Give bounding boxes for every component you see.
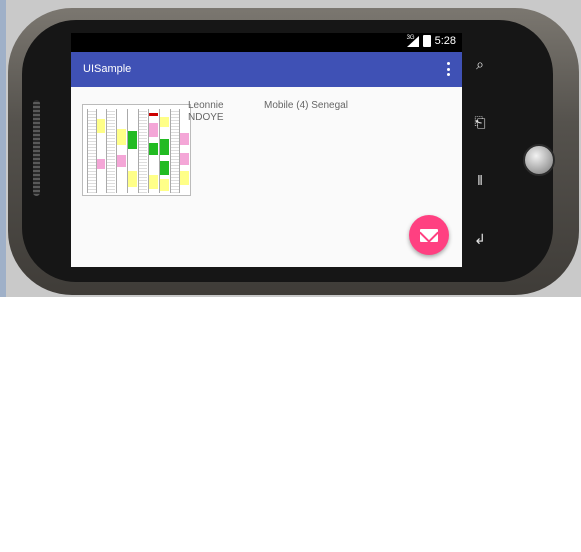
home-icon[interactable]: ↲ [470,229,490,249]
battery-icon [422,35,431,47]
status-time: 5:28 [434,35,456,47]
trackball[interactable] [523,144,555,176]
compose-email-button[interactable] [409,215,449,255]
email-icon [420,228,438,242]
contact-first-name: Leonnie [188,100,224,111]
back-icon[interactable]: ⎗ [470,112,490,132]
menu-icon[interactable]: ‖ [470,170,490,190]
app-bar: UISample [71,52,462,87]
app-title: UISample [83,63,132,75]
contact-thumbnail [82,104,191,196]
signal-icon: 3G [406,35,419,47]
contact-name: Leonnie NDOYE [188,100,224,124]
more-options-icon[interactable] [446,62,450,76]
speaker-grille [33,100,40,196]
search-icon[interactable]: ⌕ [470,54,490,74]
status-bar: 3G 5:28 [71,33,462,52]
device-screen: 3G 5:28 UISample Leonnie NDOYE Mobile (4… [71,33,462,267]
contact-last-name: NDOYE [188,112,224,123]
emulator-window-edge [0,0,6,297]
contact-detail: Mobile (4) Senegal [264,100,348,111]
